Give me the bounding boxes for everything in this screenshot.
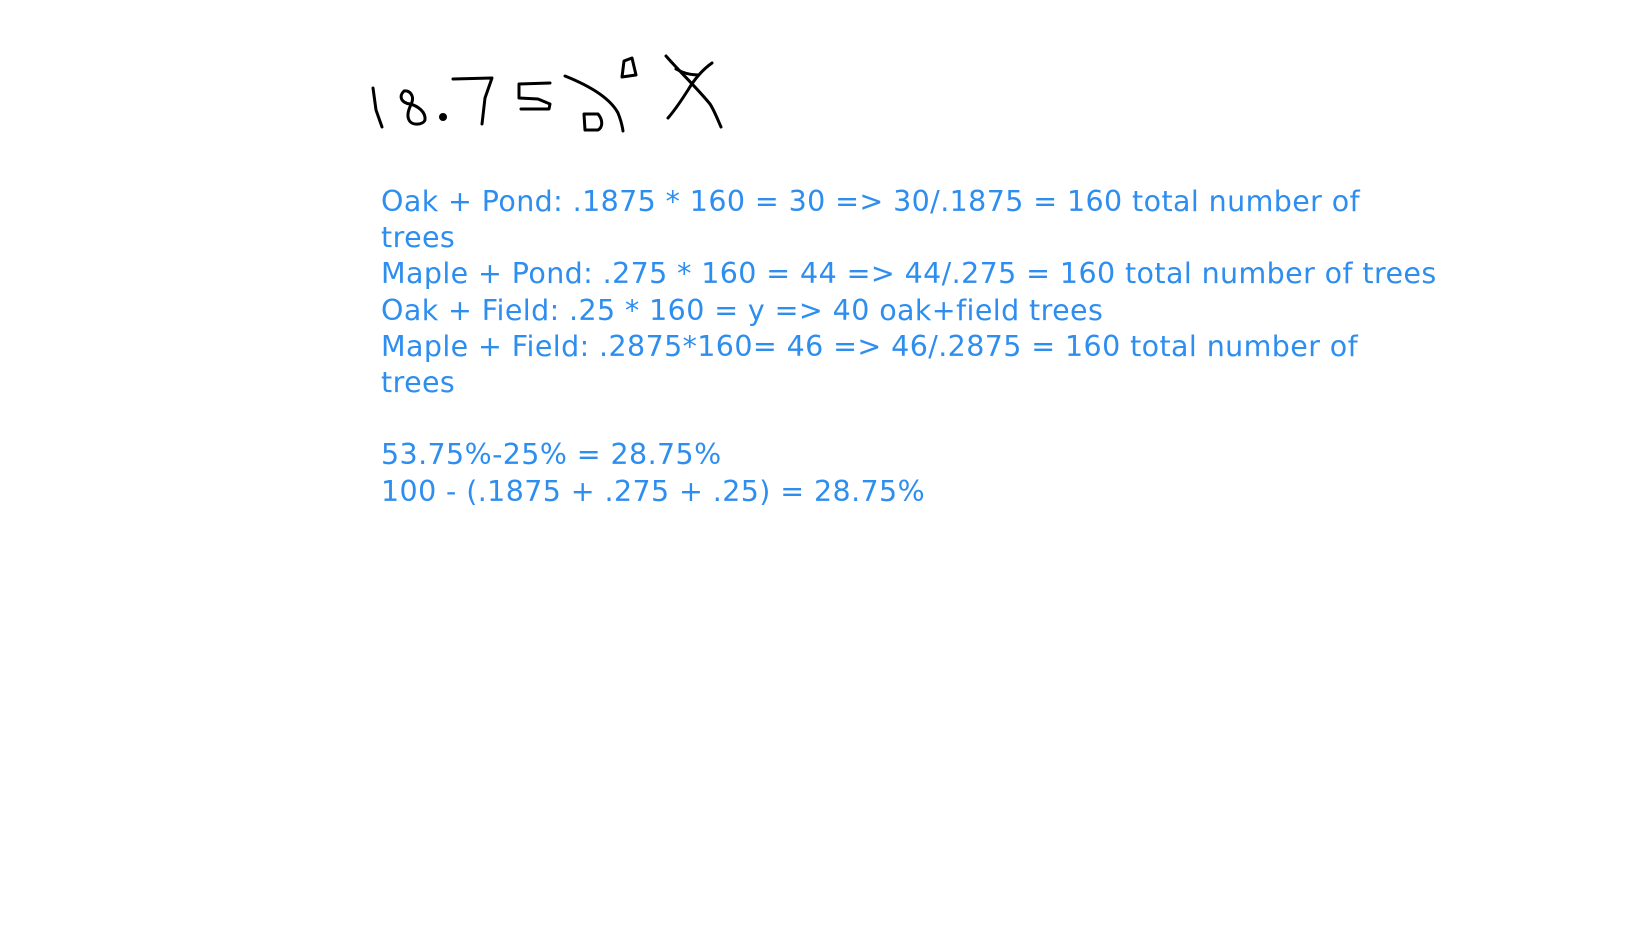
- stroke-digit-7: [451, 76, 494, 126]
- stroke-superscript-zero: [620, 56, 638, 79]
- note-line: trees: [381, 366, 456, 400]
- note-line: Maple + Pond: .275 * 160 = 44 => 44/.275…: [381, 257, 1437, 291]
- note-line: 53.75%-25% = 28.75%: [381, 438, 722, 472]
- stroke-decimal-point: [439, 113, 447, 121]
- stroke-digit-8: [399, 89, 427, 126]
- stroke-letter-x-a: [664, 54, 723, 129]
- stroke-curve: [563, 74, 625, 133]
- note-line: 100 - (.1875 + .275 + .25) = 28.75%: [381, 474, 926, 508]
- note-line: Oak + Pond: .1875 * 160 = 30 => 30/.1875…: [381, 185, 1361, 218]
- note-line-blank: [381, 401, 1531, 437]
- stroke-small-box: [582, 112, 604, 132]
- stroke-digit-5: [517, 81, 552, 111]
- note-line: trees: [381, 221, 456, 255]
- stroke-letter-x-b: [666, 61, 714, 120]
- note-line: Maple + Field: .2875*160= 46 => 46/.2875…: [381, 329, 1359, 363]
- typed-notes: Oak + Pond: .1875 * 160 = 30 => 30/.1875…: [381, 184, 1531, 510]
- note-line: Oak + Field: .25 * 160 = y => 40 oak+fie…: [381, 293, 1104, 327]
- stroke-letter-x-c: [674, 67, 700, 77]
- stroke-digit-1: [371, 86, 384, 129]
